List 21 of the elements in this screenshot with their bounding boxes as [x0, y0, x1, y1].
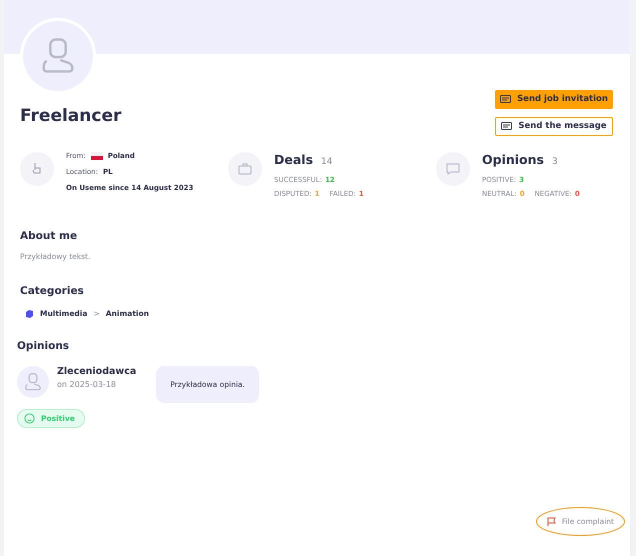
- section-title: Categories: [20, 285, 85, 297]
- flag-icon: [546, 517, 556, 526]
- reviewer-name: Zleceniodawca: [57, 366, 136, 377]
- stat-title: Deals: [274, 152, 314, 167]
- flag-icon: [90, 152, 103, 160]
- section-title: Opinions: [17, 340, 70, 352]
- review-date: on 2025-03-18: [57, 380, 117, 389]
- invitation-button[interactable]: Send job invitation: [495, 90, 613, 109]
- chat-icon: [436, 152, 470, 186]
- hand-icon: [20, 152, 54, 186]
- smile-icon: [24, 413, 35, 424]
- stat-title: Opinions: [482, 152, 544, 167]
- card-icon: [501, 122, 512, 130]
- stat-count: 3: [552, 157, 558, 167]
- section-title: About me: [20, 230, 78, 242]
- message-button[interactable]: Send the message: [495, 116, 613, 136]
- category-icon: [25, 310, 34, 318]
- stat-count: 14: [321, 157, 332, 167]
- card-icon: [500, 95, 512, 104]
- briefcase-icon: [228, 152, 262, 186]
- profile-name: Freelancer: [20, 106, 122, 126]
